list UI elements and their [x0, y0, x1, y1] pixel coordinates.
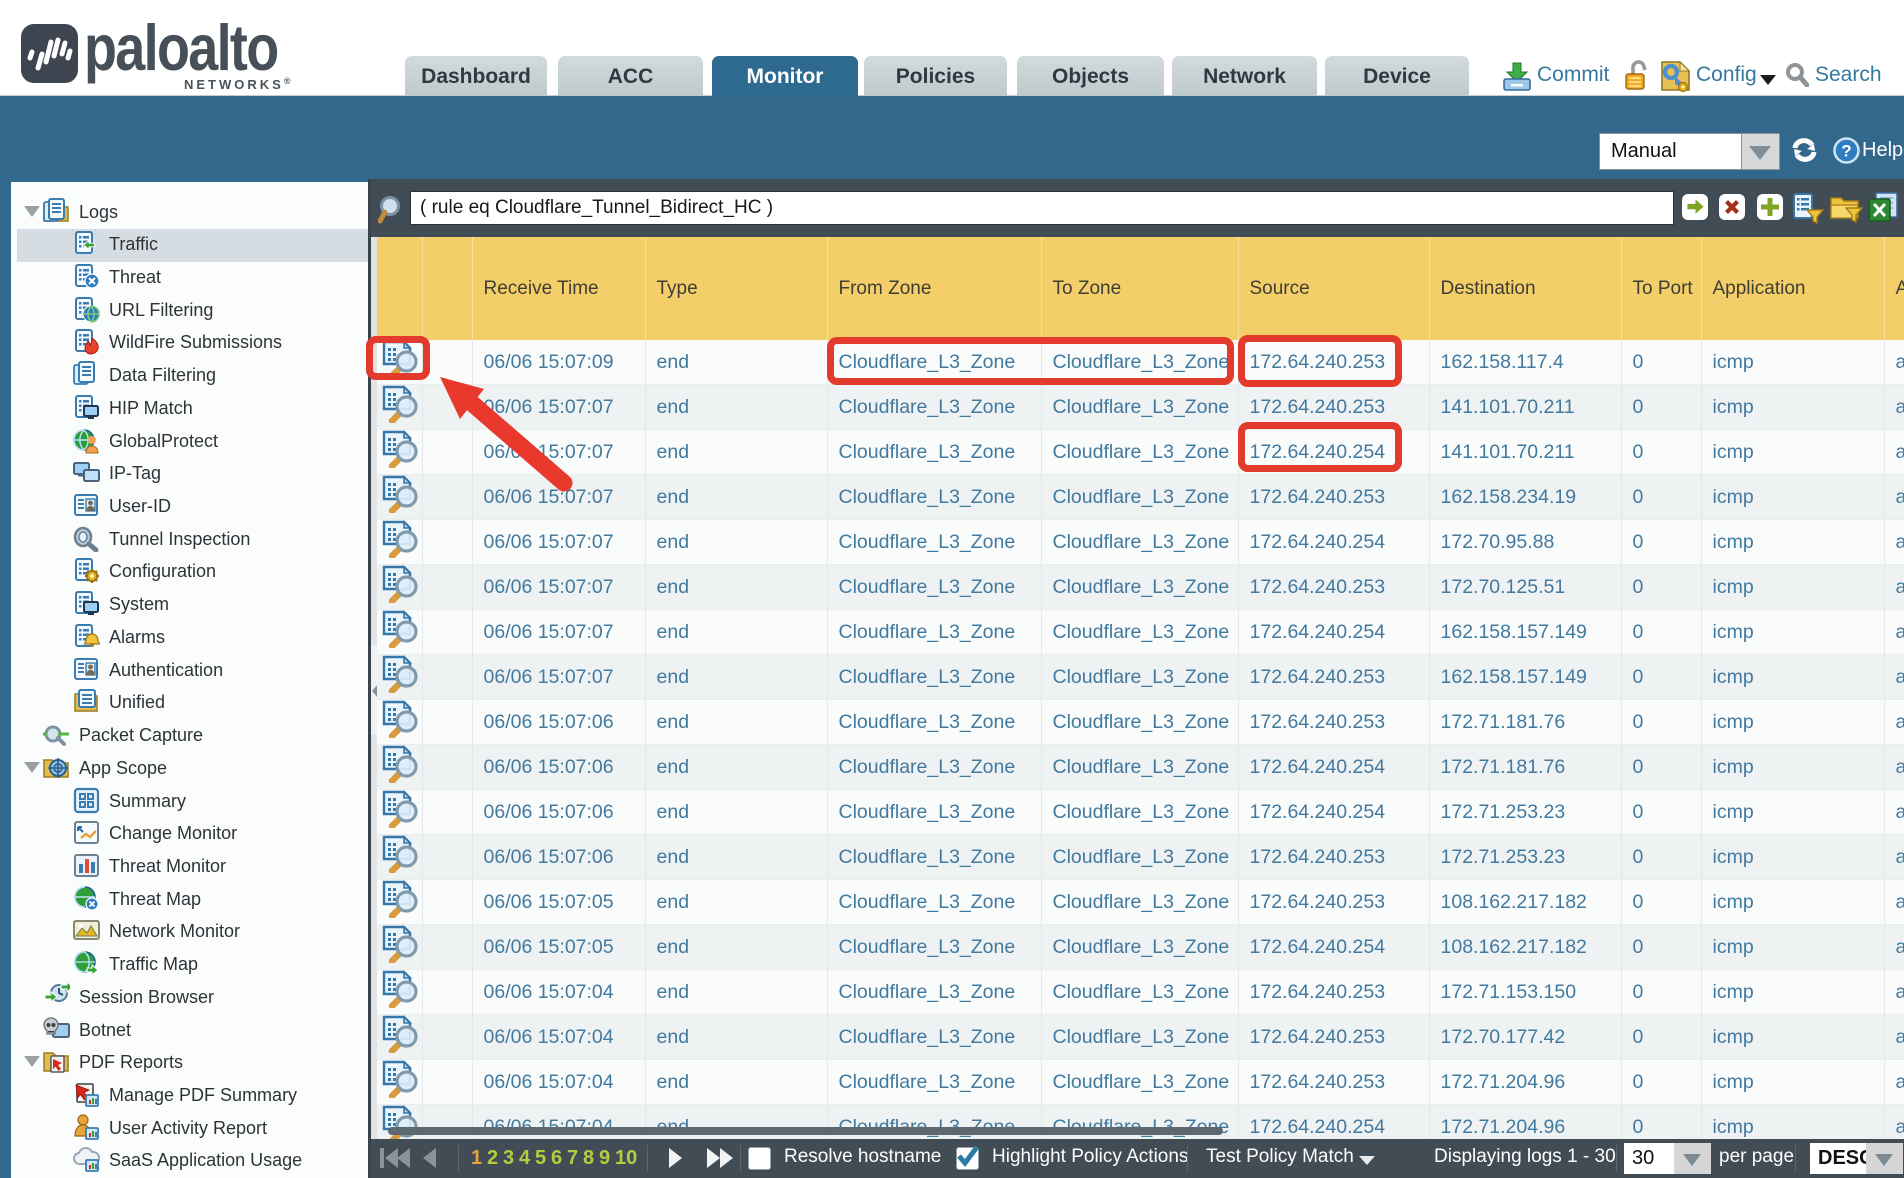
svg-text:?: ?	[1841, 142, 1851, 161]
